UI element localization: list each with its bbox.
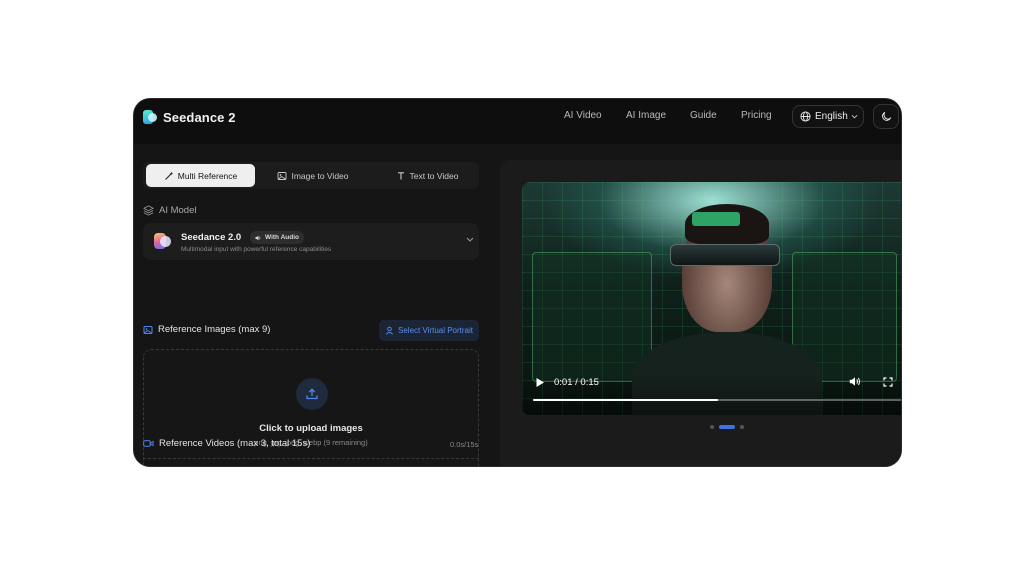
- mode-tabs: Multi Reference Image to Video Text to V…: [143, 162, 479, 189]
- carousel-dot[interactable]: [740, 425, 744, 429]
- nav-link-pricing[interactable]: Pricing: [741, 110, 772, 121]
- brand-name: Seedance 2: [163, 109, 236, 125]
- top-nav-bar: Seedance 2 AI Video AI Image Guide Prici…: [134, 99, 901, 144]
- model-description: Multimodal input with powerful reference…: [181, 246, 332, 253]
- theme-toggle-button[interactable]: [873, 104, 899, 129]
- image-icon: [143, 325, 153, 334]
- model-logo-icon: [154, 233, 172, 249]
- upload-icon: [296, 378, 328, 410]
- speaker-icon: [255, 235, 261, 240]
- ai-model-label: AI Model: [143, 205, 197, 216]
- chevron-down-icon: [851, 114, 858, 119]
- globe-icon: [800, 111, 811, 122]
- select-virtual-portrait-button[interactable]: Select Virtual Portrait: [379, 320, 479, 341]
- video-camera-icon: [143, 440, 154, 447]
- volume-icon[interactable]: [849, 376, 861, 387]
- app-window: Seedance 2 AI Video AI Image Guide Prici…: [134, 99, 901, 466]
- nav-link-ai-video[interactable]: AI Video: [564, 110, 602, 121]
- reference-videos-label: Reference Videos (max 3, total 15s): [143, 438, 310, 449]
- video-player[interactable]: 0:01 / 0:15: [522, 182, 901, 415]
- progress-bar[interactable]: [533, 399, 901, 401]
- progress-fill: [533, 399, 718, 401]
- reference-images-label: Reference Images (max 9): [143, 324, 270, 335]
- tab-text-to-video[interactable]: Text to Video: [373, 164, 481, 187]
- carousel-dot[interactable]: [719, 425, 735, 429]
- preview-panel: 0:01 / 0:15: [500, 160, 901, 466]
- language-label: English: [815, 111, 848, 122]
- nav-link-ai-image[interactable]: AI Image: [626, 110, 666, 121]
- carousel-dot[interactable]: [710, 425, 714, 429]
- video-upload-dropzone[interactable]: [143, 458, 479, 466]
- model-name: Seedance 2.0: [181, 232, 242, 243]
- video-duration-counter: 0.0s/15s: [450, 440, 479, 449]
- moon-icon: [881, 111, 891, 121]
- brand-logo-icon: [143, 110, 157, 124]
- fullscreen-icon[interactable]: [883, 377, 893, 387]
- user-icon: [386, 326, 393, 335]
- text-icon: [397, 171, 404, 179]
- language-selector[interactable]: English: [792, 105, 864, 128]
- chevron-down-icon: [466, 237, 474, 242]
- image-icon: [278, 171, 287, 180]
- model-selector[interactable]: Seedance 2.0 With Audio Multimodal input…: [143, 223, 479, 260]
- tab-image-to-video[interactable]: Image to Video: [259, 164, 367, 187]
- audio-badge: With Audio: [250, 231, 304, 244]
- brand[interactable]: Seedance 2: [143, 108, 236, 126]
- upload-title: Click to upload images: [259, 423, 363, 434]
- carousel-indicator: [710, 425, 744, 429]
- playback-time: 0:01 / 0:15: [554, 377, 599, 388]
- magic-wand-icon: [164, 171, 173, 180]
- generation-panel: Multi Reference Image to Video Text to V…: [134, 144, 490, 466]
- nav-link-guide[interactable]: Guide: [690, 110, 717, 121]
- play-icon[interactable]: [535, 377, 545, 388]
- tab-multi-reference[interactable]: Multi Reference: [146, 164, 255, 187]
- layers-icon: [143, 205, 154, 216]
